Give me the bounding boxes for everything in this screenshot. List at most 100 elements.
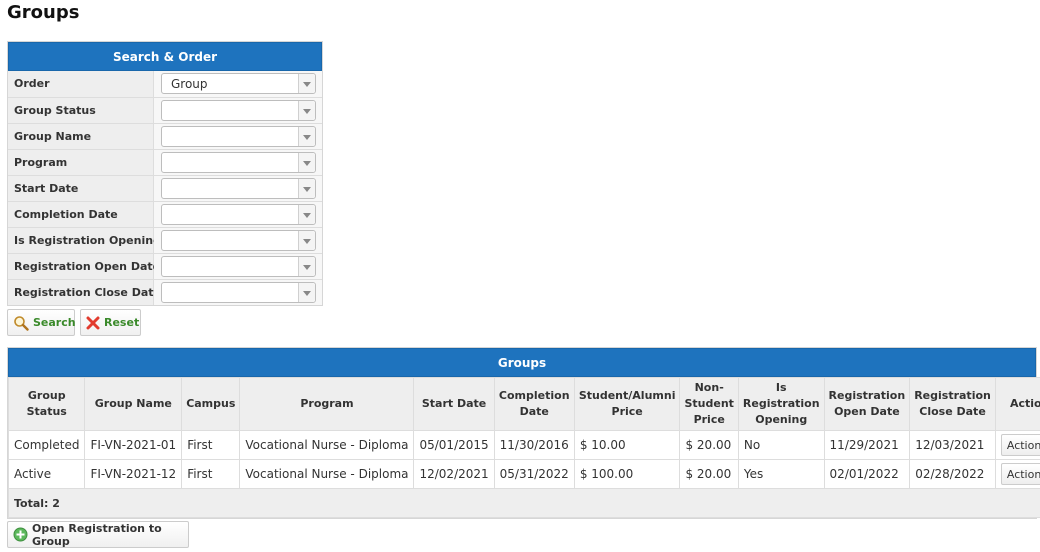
chevron-down-icon bbox=[298, 257, 315, 276]
actions-dropdown-button[interactable]: Actions bbox=[1000, 463, 1040, 485]
table-cell: Active bbox=[7, 459, 86, 489]
column-header: Program bbox=[239, 377, 415, 431]
search-field-cell bbox=[154, 176, 322, 201]
select-value: Group bbox=[171, 77, 208, 91]
open-registration-label: Open Registration to Group bbox=[32, 521, 162, 548]
column-header: Group Status bbox=[7, 377, 86, 431]
column-header: Completion Date bbox=[493, 377, 575, 431]
search-field-cell bbox=[154, 228, 322, 253]
column-header: Start Date bbox=[413, 377, 495, 431]
table-cell: 02/28/2022 bbox=[909, 459, 996, 489]
column-header: Student/Alumni Price bbox=[573, 377, 681, 431]
search-row: Is Registration Opening bbox=[8, 227, 322, 253]
column-header: Campus bbox=[181, 377, 241, 431]
search-field-cell: Group bbox=[154, 71, 322, 97]
table-cell: FI-VN-2021-01 bbox=[84, 430, 183, 460]
chevron-down-icon bbox=[298, 101, 315, 120]
search-field-cell bbox=[154, 124, 322, 149]
chevron-down-icon bbox=[298, 74, 315, 93]
chevron-down-icon bbox=[298, 153, 315, 172]
column-header: Is Registration Opening bbox=[737, 377, 825, 431]
table-cell: First bbox=[181, 459, 241, 489]
table-cell: $ 20.00 bbox=[679, 459, 739, 489]
page-title: Groups bbox=[7, 2, 80, 23]
column-header: Registration Close Date bbox=[909, 377, 996, 431]
chevron-down-icon bbox=[298, 127, 315, 146]
table-cell: 02/01/2022 bbox=[823, 459, 911, 489]
table-cell: Completed bbox=[7, 430, 86, 460]
reset-button[interactable]: Reset bbox=[80, 309, 141, 336]
search-field-cell bbox=[154, 254, 322, 279]
search-field-select[interactable] bbox=[161, 178, 316, 199]
search-row: Registration Close Date bbox=[8, 279, 322, 305]
table-cell: FI-VN-2021-12 bbox=[84, 459, 183, 489]
search-field-label: Completion Date bbox=[8, 202, 154, 227]
search-field-cell bbox=[154, 202, 322, 227]
total-count: Total: 2 bbox=[7, 488, 1040, 518]
search-field-cell bbox=[154, 150, 322, 175]
search-field-cell bbox=[154, 98, 322, 123]
total-row: Total: 2 bbox=[7, 488, 1040, 518]
table-cell: 11/30/2016 bbox=[493, 430, 575, 460]
search-field-label: Is Registration Opening bbox=[8, 228, 161, 253]
search-field-select[interactable] bbox=[161, 126, 316, 147]
table-cell: Yes bbox=[737, 459, 825, 489]
search-field-select[interactable] bbox=[161, 152, 316, 173]
magnifier-icon bbox=[13, 315, 29, 331]
actions-label: Actions bbox=[1006, 438, 1040, 452]
column-header: Group Name bbox=[84, 377, 183, 431]
search-field-select[interactable]: Group bbox=[161, 73, 316, 94]
search-field-cell bbox=[154, 280, 322, 305]
chevron-down-icon bbox=[298, 205, 315, 224]
search-field-label: Start Date bbox=[8, 176, 154, 201]
table-cell: Vocational Nurse - Diploma bbox=[239, 430, 415, 460]
search-field-select[interactable] bbox=[161, 230, 316, 251]
table-cell: No bbox=[737, 430, 825, 460]
column-header: Registration Open Date bbox=[823, 377, 911, 431]
search-button[interactable]: Search bbox=[7, 309, 76, 336]
table-cell: 11/29/2021 bbox=[823, 430, 911, 460]
table-cell: Vocational Nurse - Diploma bbox=[239, 459, 415, 489]
search-field-label: Registration Open Date bbox=[8, 254, 160, 279]
search-field-label: Group Name bbox=[8, 124, 154, 149]
search-row: Order Group bbox=[8, 71, 322, 97]
search-button-label: Search bbox=[33, 316, 76, 329]
table-cell: 05/31/2022 bbox=[493, 459, 575, 489]
search-row: Registration Open Date bbox=[8, 253, 322, 279]
chevron-down-icon bbox=[298, 231, 315, 250]
table-cell: 12/02/2021 bbox=[413, 459, 495, 489]
search-field-select[interactable] bbox=[161, 100, 316, 121]
column-header: Actions bbox=[994, 377, 1040, 431]
search-field-select[interactable] bbox=[161, 204, 316, 225]
search-row: Group Status bbox=[8, 97, 322, 123]
reset-button-label: Reset bbox=[104, 316, 140, 329]
search-field-label: Order bbox=[8, 71, 154, 97]
search-field-select[interactable] bbox=[161, 282, 316, 303]
actions-label: Actions bbox=[1006, 467, 1040, 481]
table-cell: 12/03/2021 bbox=[909, 430, 996, 460]
search-field-label: Program bbox=[8, 150, 154, 175]
chevron-down-icon bbox=[298, 283, 315, 302]
groups-panel: Groups Group Status Group Name Campus Progr… bbox=[7, 347, 1040, 519]
search-panel-title: Search & Order bbox=[8, 42, 322, 71]
groups-panel-title: Groups bbox=[8, 348, 1036, 377]
groups-table: Group Status Group Name Campus Program Start… bbox=[7, 377, 1040, 518]
open-registration-button[interactable]: Open Registration to Group bbox=[7, 521, 189, 548]
table-cell: $ 20.00 bbox=[679, 430, 739, 460]
add-circle-icon bbox=[13, 527, 28, 542]
red-x-icon bbox=[86, 316, 100, 330]
search-row: Start Date bbox=[8, 175, 322, 201]
table-cell: $ 10.00 bbox=[573, 430, 681, 460]
table-cell: First bbox=[181, 430, 241, 460]
search-field-label: Group Status bbox=[8, 98, 154, 123]
search-field-select[interactable] bbox=[161, 256, 316, 277]
column-header: Non-Student Price bbox=[679, 377, 739, 431]
actions-cell: Actions bbox=[994, 459, 1040, 489]
actions-dropdown-button[interactable]: Actions bbox=[1000, 434, 1040, 456]
search-row: Group Name bbox=[8, 123, 322, 149]
actions-cell: Actions bbox=[994, 430, 1040, 460]
search-row: Program bbox=[8, 149, 322, 175]
table-cell: $ 100.00 bbox=[573, 459, 681, 489]
table-row: Active FI-VN-2021-12 First Vocational Nurse… bbox=[7, 459, 1040, 489]
table-cell: 05/01/2015 bbox=[413, 430, 495, 460]
